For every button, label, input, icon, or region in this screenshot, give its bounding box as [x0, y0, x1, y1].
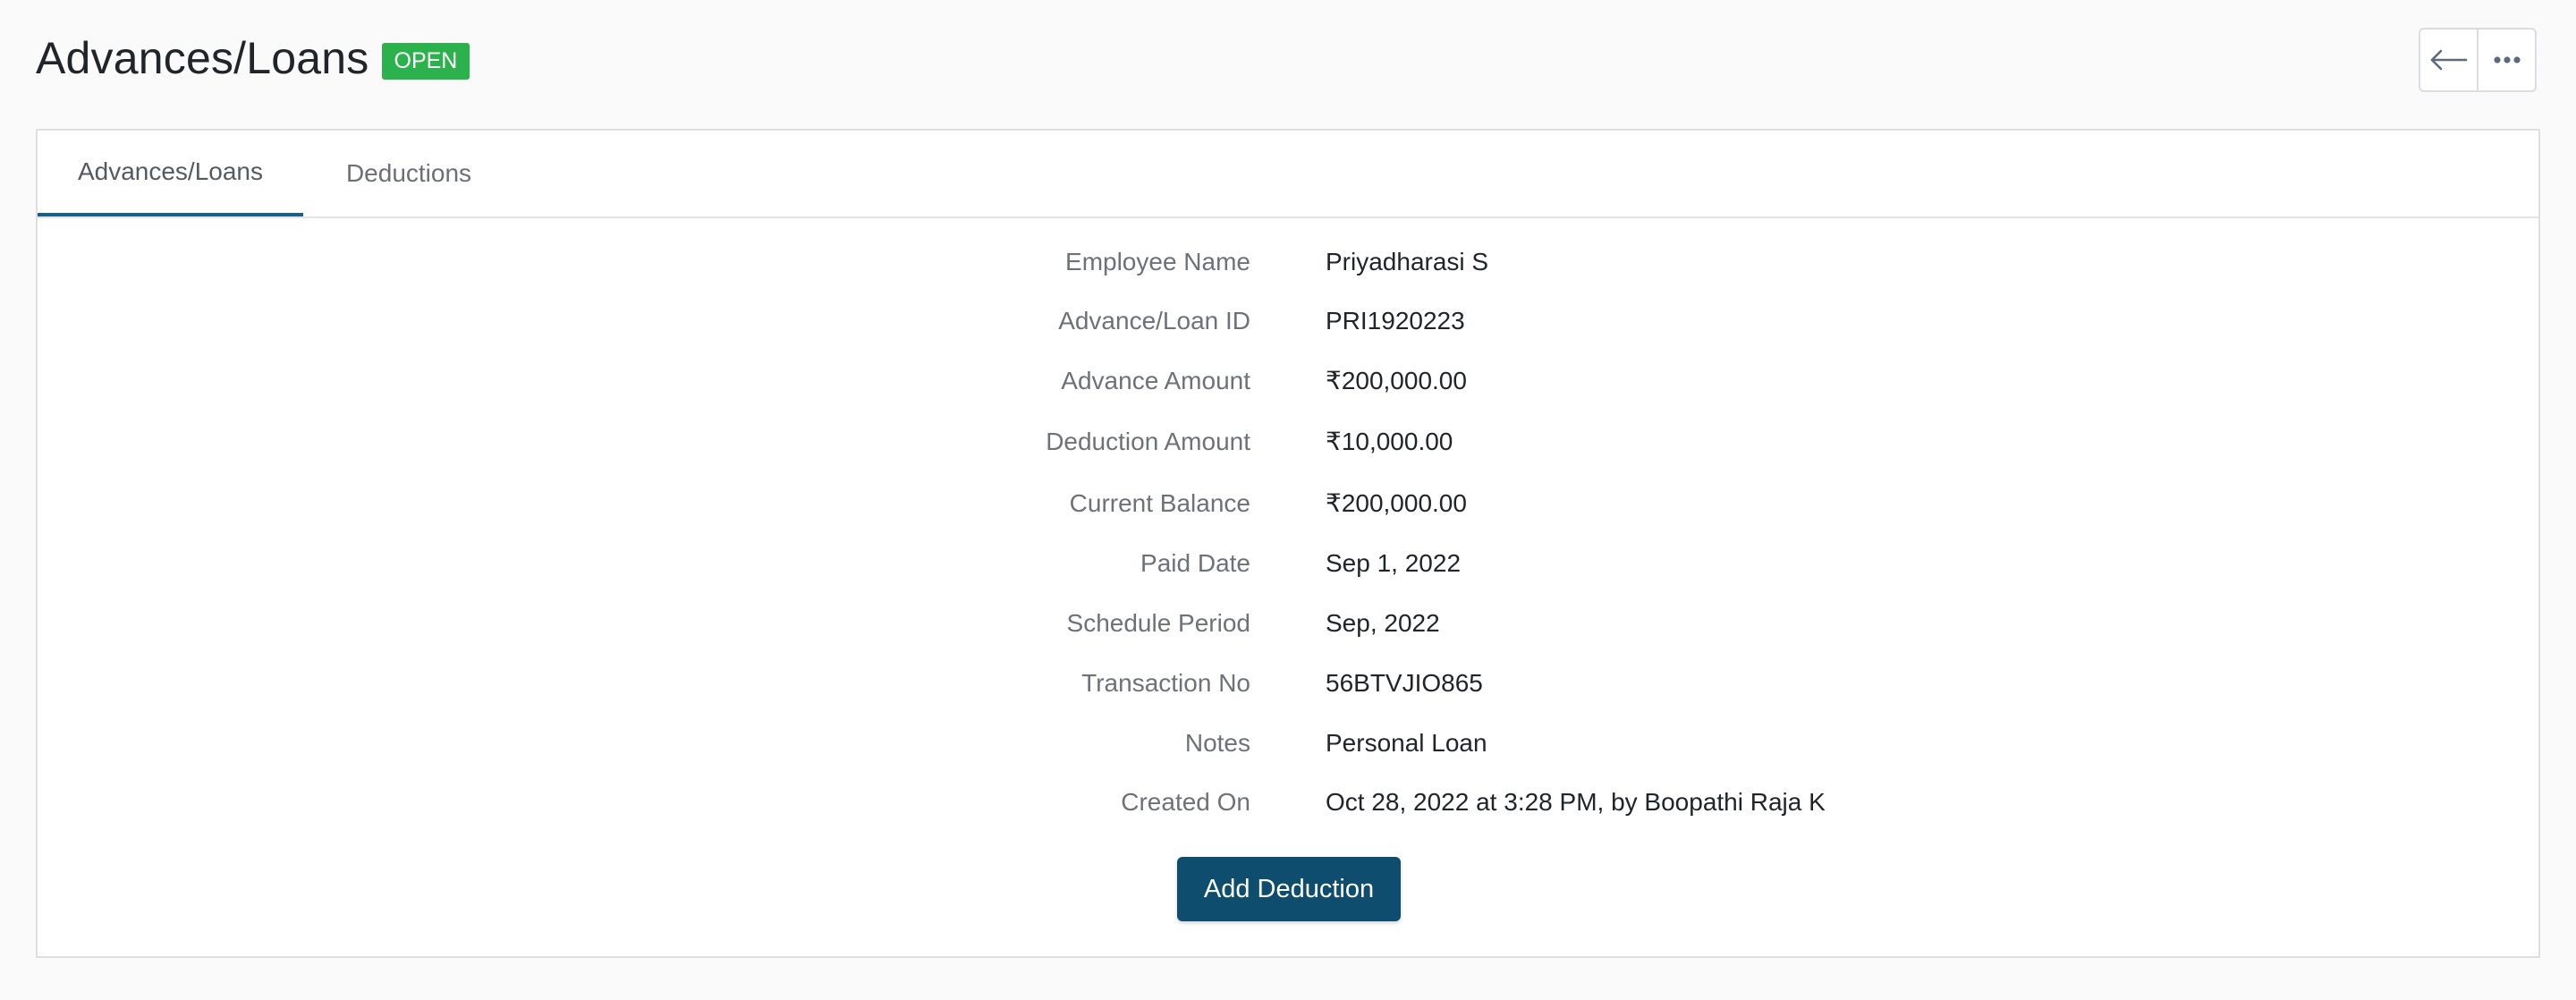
status-badge: OPEN	[381, 42, 470, 80]
detail-value: Sep, 2022	[1326, 609, 1440, 637]
detail-label: Created On	[1121, 788, 1250, 816]
detail-row-notes: Notes Personal Loan	[38, 725, 2538, 761]
detail-value: ₹10,000.00	[1326, 428, 1453, 455]
detail-value: ₹200,000.00	[1326, 489, 1467, 517]
detail-row-loan-id: Advance/Loan ID PRI1920223	[38, 303, 2538, 339]
detail-value: 56BTVJIO865	[1326, 669, 1483, 697]
detail-value: PRI1920223	[1326, 307, 1465, 335]
arrow-left-icon	[2430, 49, 2467, 71]
detail-value: Sep 1, 2022	[1326, 549, 1462, 577]
page-header: Advances/Loans OPEN	[36, 32, 470, 84]
detail-label: Schedule Period	[1066, 609, 1250, 637]
detail-label: Current Balance	[1069, 489, 1250, 517]
detail-row-schedule-period: Schedule Period Sep, 2022	[38, 606, 2538, 641]
detail-row-employee-name: Employee Name Priyadharasi S	[38, 244, 2538, 280]
tab-deductions[interactable]: Deductions	[303, 131, 514, 216]
detail-label: Advance/Loan ID	[1058, 307, 1250, 335]
detail-label: Notes	[1184, 729, 1250, 757]
detail-row-deduction-amount: Deduction Amount ₹10,000.00	[38, 424, 2538, 460]
detail-row-paid-date: Paid Date Sep 1, 2022	[38, 546, 2538, 581]
detail-row-advance-amount: Advance Amount ₹200,000.00	[38, 363, 2538, 399]
detail-label: Transaction No	[1081, 669, 1250, 697]
detail-row-transaction-no: Transaction No 56BTVJIO865	[38, 665, 2538, 701]
tab-bar: Advances/Loans Deductions	[38, 131, 2538, 218]
detail-value: Oct 28, 2022 at 3:28 PM, by Boopathi Raj…	[1326, 788, 1826, 816]
detail-label: Deduction Amount	[1046, 428, 1250, 455]
detail-value: Personal Loan	[1326, 729, 1487, 757]
add-deduction-button[interactable]: Add Deduction	[1177, 857, 1401, 921]
more-horizontal-icon	[2493, 56, 2521, 64]
page-title: Advances/Loans	[36, 33, 369, 83]
tab-advances-loans[interactable]: Advances/Loans	[38, 131, 303, 216]
detail-label: Paid Date	[1140, 549, 1250, 577]
detail-row-created-on: Created On Oct 28, 2022 at 3:28 PM, by B…	[38, 784, 2538, 820]
detail-label: Employee Name	[1065, 248, 1250, 275]
detail-value: Priyadharasi S	[1326, 248, 1489, 275]
more-options-button[interactable]	[2477, 30, 2535, 90]
detail-label: Advance Amount	[1061, 367, 1250, 394]
back-button[interactable]	[2420, 30, 2477, 90]
header-toolbar	[2419, 28, 2537, 92]
advance-detail-card: Advances/Loans Deductions Employee Name …	[36, 129, 2540, 958]
detail-row-current-balance: Current Balance ₹200,000.00	[38, 486, 2538, 521]
detail-value: ₹200,000.00	[1326, 367, 1467, 394]
